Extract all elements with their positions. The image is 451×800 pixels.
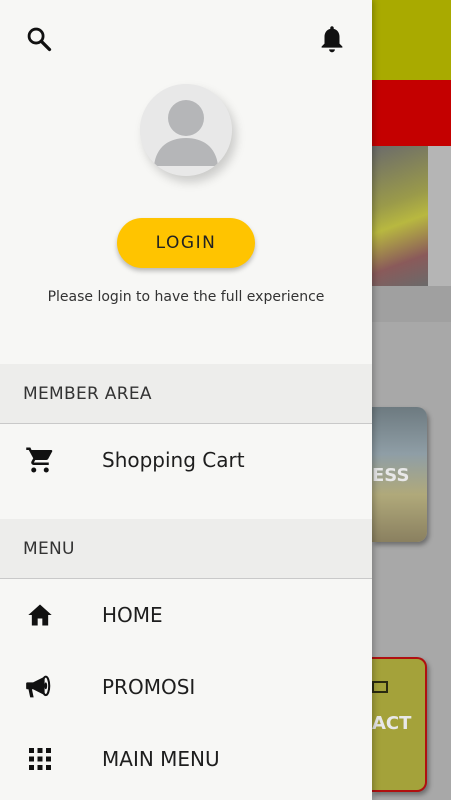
megaphone-icon	[25, 672, 55, 702]
menu-item-promosi[interactable]: PROMOSI	[0, 651, 372, 723]
background-banner-red	[372, 80, 451, 146]
user-placeholder-icon	[140, 84, 232, 176]
background-photo	[372, 146, 428, 286]
avatar[interactable]	[140, 84, 232, 176]
background-card-business-label: ESS	[372, 465, 410, 486]
grid-icon	[25, 744, 55, 774]
menu-item-label: MAIN MENU	[102, 747, 220, 771]
menu-item-shopping-cart[interactable]: Shopping Cart	[0, 424, 372, 496]
navigation-drawer: LOGIN Please login to have the full expe…	[0, 0, 372, 800]
menu-item-main-menu[interactable]: MAIN MENU	[0, 723, 372, 795]
search-button[interactable]	[19, 19, 59, 59]
menu-item-label: PROMOSI	[102, 675, 196, 699]
background-banner-yellow	[372, 0, 451, 80]
menu-item-home[interactable]: HOME	[0, 579, 372, 651]
section-header-member-area: MEMBER AREA	[0, 364, 372, 424]
menu-item-label: Shopping Cart	[102, 448, 245, 472]
background-strip	[372, 286, 451, 322]
envelope-icon	[372, 681, 388, 693]
login-hint-text: Please login to have the full experience	[47, 289, 325, 305]
background-photo-edge	[428, 146, 451, 286]
home-icon	[25, 600, 55, 630]
background-card-business: ESS	[372, 407, 427, 542]
background-card-contact: ACT	[372, 657, 427, 792]
menu-item-label: HOME	[102, 603, 163, 627]
background-card-contact-label: ACT	[372, 713, 412, 734]
search-icon	[27, 27, 52, 52]
cart-icon	[25, 445, 55, 475]
drawer-top-bar	[0, 0, 372, 80]
section-header-menu: MENU	[0, 519, 372, 579]
login-button[interactable]: LOGIN	[117, 218, 255, 268]
bell-icon	[321, 26, 343, 53]
notifications-button[interactable]	[312, 19, 352, 59]
